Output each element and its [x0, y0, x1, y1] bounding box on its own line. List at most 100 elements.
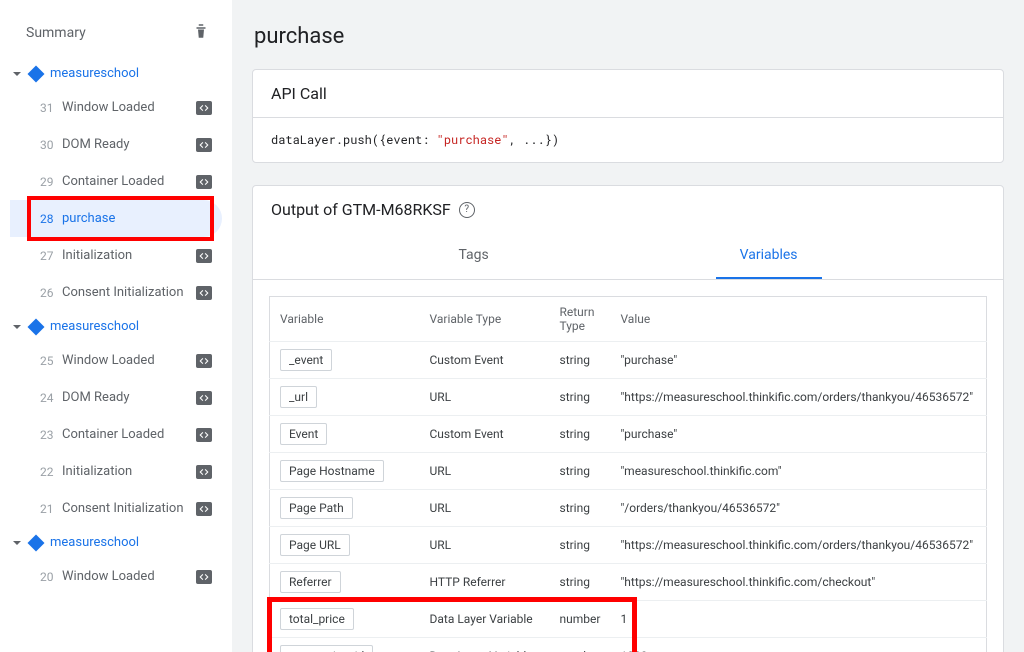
return-type: string [550, 490, 611, 527]
code-chip-icon [196, 570, 212, 584]
variable-type: Data Layer Variable [420, 638, 550, 652]
code-chip-icon [196, 391, 212, 405]
event-number: 27 [40, 249, 62, 263]
api-code-suffix: , ...}) [509, 132, 559, 148]
sidebar-event[interactable]: 20Window Loaded [10, 558, 222, 595]
return-type: string [550, 527, 611, 564]
variable-value: purchase [610, 416, 986, 453]
variable-value: measureschool.thinkific.com [610, 453, 986, 490]
table-row: _eventCustom Eventstringpurchase [270, 342, 987, 379]
variable-chip[interactable]: Page Path [280, 497, 353, 519]
th-type: Variable Type [420, 297, 550, 342]
event-number: 21 [40, 502, 62, 516]
code-chip-icon [196, 101, 212, 115]
event-number: 29 [40, 175, 62, 189]
variable-value: https://measureschool.thinkific.com/orde… [610, 379, 986, 416]
event-number: 24 [40, 391, 62, 405]
sidebar-event[interactable]: 26Consent Initialization [10, 274, 222, 311]
event-number: 30 [40, 138, 62, 152]
event-label: Window Loaded [62, 353, 196, 368]
th-value: Value [610, 297, 986, 342]
event-label: Consent Initialization [62, 501, 196, 516]
table-row: ReferrerHTTP Referrerstringhttps://measu… [270, 564, 987, 601]
variable-chip[interactable]: Event [280, 423, 327, 445]
event-number: 28 [40, 212, 62, 226]
sidebar-event[interactable]: 31Window Loaded [10, 89, 222, 126]
sidebar-event[interactable]: 27Initialization [10, 237, 222, 274]
sidebar-event[interactable]: 22Initialization [10, 453, 222, 490]
event-number: 26 [40, 286, 62, 300]
sidebar-event[interactable]: 24DOM Ready [10, 379, 222, 416]
sidebar-event[interactable]: 21Consent Initialization [10, 490, 222, 527]
variable-chip[interactable]: Page Hostname [280, 460, 384, 482]
th-variable: Variable [270, 297, 420, 342]
diamond-icon [28, 534, 45, 551]
output-card: Output of GTM-M68RKSF ? Tags Variables V… [252, 185, 1004, 652]
api-code-prefix: dataLayer.push({event: [271, 132, 437, 148]
event-label: Container Loaded [62, 427, 196, 442]
table-row: Page PathURLstring/orders/thankyou/46536… [270, 490, 987, 527]
event-label: Window Loaded [62, 100, 196, 115]
return-type: number [550, 601, 611, 638]
variable-type: URL [420, 527, 550, 564]
sidebar-group-label: measureschool [50, 535, 139, 550]
table-row: Page Hostname URLstringmeasureschool.thin… [270, 453, 987, 490]
event-label: Container Loaded [62, 174, 196, 189]
variable-value: https://measureschool.thinkific.com/orde… [610, 527, 986, 564]
sidebar-header: Summary [10, 18, 222, 58]
variable-chip[interactable]: Referrer [280, 571, 341, 593]
code-chip-icon [196, 428, 212, 442]
variable-value: purchase [610, 342, 986, 379]
sidebar-event[interactable]: 23Container Loaded [10, 416, 222, 453]
code-chip-icon [196, 354, 212, 368]
variable-type: URL [420, 453, 550, 490]
event-number: 22 [40, 465, 62, 479]
clear-icon[interactable] [192, 22, 210, 44]
event-number: 31 [40, 101, 62, 115]
event-label: DOM Ready [62, 390, 196, 405]
diamond-icon [28, 318, 45, 335]
code-chip-icon [196, 465, 212, 479]
return-type: string [550, 342, 611, 379]
sidebar-group[interactable]: measureschool [10, 527, 222, 558]
return-type: string [550, 416, 611, 453]
variable-chip[interactable]: _url [280, 386, 317, 408]
variables-table-wrap: Variable Variable Type Return Type Value… [253, 280, 1003, 652]
page-title: purchase [254, 24, 1024, 49]
code-chip-icon [196, 249, 212, 263]
event-label: purchase [62, 211, 212, 226]
variable-type: HTTP Referrer [420, 564, 550, 601]
caret-down-icon [12, 538, 22, 548]
table-row: total_price Data Layer Variablenumber1 [270, 601, 987, 638]
sidebar-group-label: measureschool [50, 319, 139, 334]
main-panel: purchase API Call dataLayer.push({event:… [232, 0, 1024, 652]
variable-value: https://measureschool.thinkific.com/chec… [610, 564, 986, 601]
variable-value: 1000 [610, 638, 986, 652]
variable-chip[interactable]: Page URL [280, 534, 350, 556]
sidebar-group[interactable]: measureschool [10, 311, 222, 342]
variable-type: Data Layer Variable [420, 601, 550, 638]
variable-value: 1 [610, 601, 986, 638]
event-label: Consent Initialization [62, 285, 196, 300]
sidebar-event[interactable]: 25Window Loaded [10, 342, 222, 379]
sidebar-event[interactable]: 30DOM Ready [10, 126, 222, 163]
caret-down-icon [12, 69, 22, 79]
output-card-title: Output of GTM-M68RKSF ? [253, 186, 1003, 233]
variable-chip[interactable]: transaction_id [280, 645, 373, 652]
tab-tags[interactable]: Tags [434, 233, 512, 279]
variable-type: URL [420, 490, 550, 527]
help-icon[interactable]: ? [459, 202, 475, 218]
sidebar-event[interactable]: 28purchase [10, 200, 222, 237]
sidebar-event[interactable]: 29Container Loaded [10, 163, 222, 200]
variable-chip[interactable]: total_price [280, 608, 354, 630]
code-chip-icon [196, 286, 212, 300]
sidebar-group[interactable]: measureschool [10, 58, 222, 89]
table-row: transaction_idData Layer Variablenumber1… [270, 638, 987, 652]
tab-variables[interactable]: Variables [716, 233, 822, 279]
variable-type: URL [420, 379, 550, 416]
variable-chip[interactable]: _event [280, 349, 332, 371]
table-row: Page URL URLstringhttps://measureschool.t… [270, 527, 987, 564]
th-return-type: Return Type [550, 297, 611, 342]
output-tabs: Tags Variables [253, 233, 1003, 280]
return-type: string [550, 453, 611, 490]
